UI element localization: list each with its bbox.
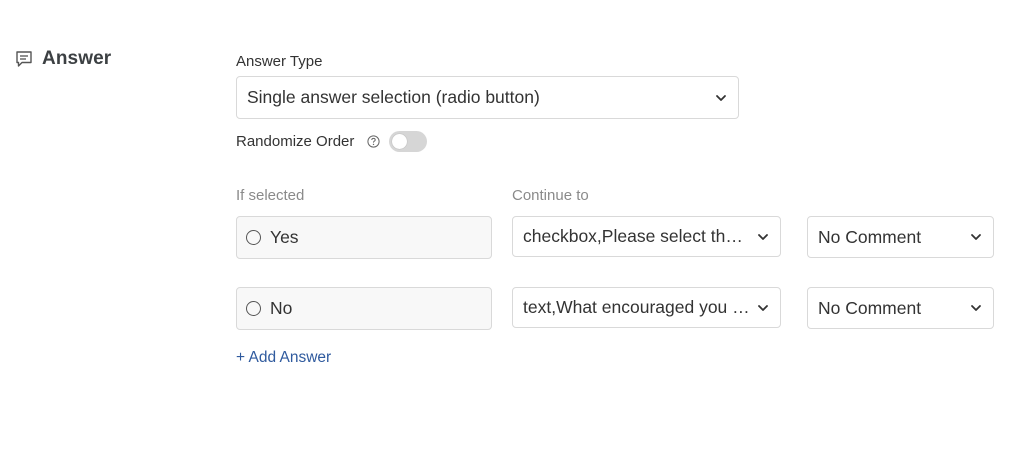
continue-to-select[interactable]: checkbox,Please select the ... <box>512 216 781 257</box>
help-icon[interactable] <box>367 135 380 148</box>
comment-value: No Comment <box>818 226 922 247</box>
answer-type-select[interactable]: Single answer selection (radio button) <box>236 76 739 119</box>
randomize-order-label: Randomize Order <box>236 133 355 150</box>
answer-text-field[interactable]: Yes <box>236 216 492 259</box>
chevron-down-icon <box>716 94 726 101</box>
continue-to-select[interactable]: text,What encouraged you t... <box>512 287 781 328</box>
continue-to-label: Continue to <box>512 187 589 204</box>
chevron-down-icon <box>971 234 981 240</box>
answer-text-field[interactable]: No <box>236 287 492 330</box>
answer-type-label: Answer Type <box>236 53 323 70</box>
chevron-down-icon <box>971 305 981 311</box>
randomize-order-toggle[interactable] <box>389 131 427 152</box>
answer-type-value: Single answer selection (radio button) <box>247 87 540 107</box>
continue-to-value: checkbox,Please select the ... <box>523 226 750 246</box>
chevron-down-icon <box>758 304 768 311</box>
continue-to-value: text,What encouraged you t... <box>523 297 750 317</box>
answer-text: Yes <box>270 227 299 247</box>
add-answer-link[interactable]: + Add Answer <box>236 349 331 367</box>
comment-select[interactable]: No Comment <box>807 216 994 258</box>
toggle-knob <box>392 134 407 149</box>
comment-value: No Comment <box>818 297 922 318</box>
chevron-down-icon <box>758 233 768 240</box>
radio-icon <box>246 230 261 245</box>
answer-text: No <box>270 298 293 318</box>
comment-select[interactable]: No Comment <box>807 287 994 329</box>
comment-icon <box>14 49 34 69</box>
section-title: Answer <box>42 48 112 69</box>
if-selected-label: If selected <box>236 187 305 204</box>
answer-settings-panel: Answer Answer Type Single answer selecti… <box>0 0 1024 456</box>
section-header: Answer <box>14 48 111 70</box>
radio-icon <box>246 301 261 316</box>
